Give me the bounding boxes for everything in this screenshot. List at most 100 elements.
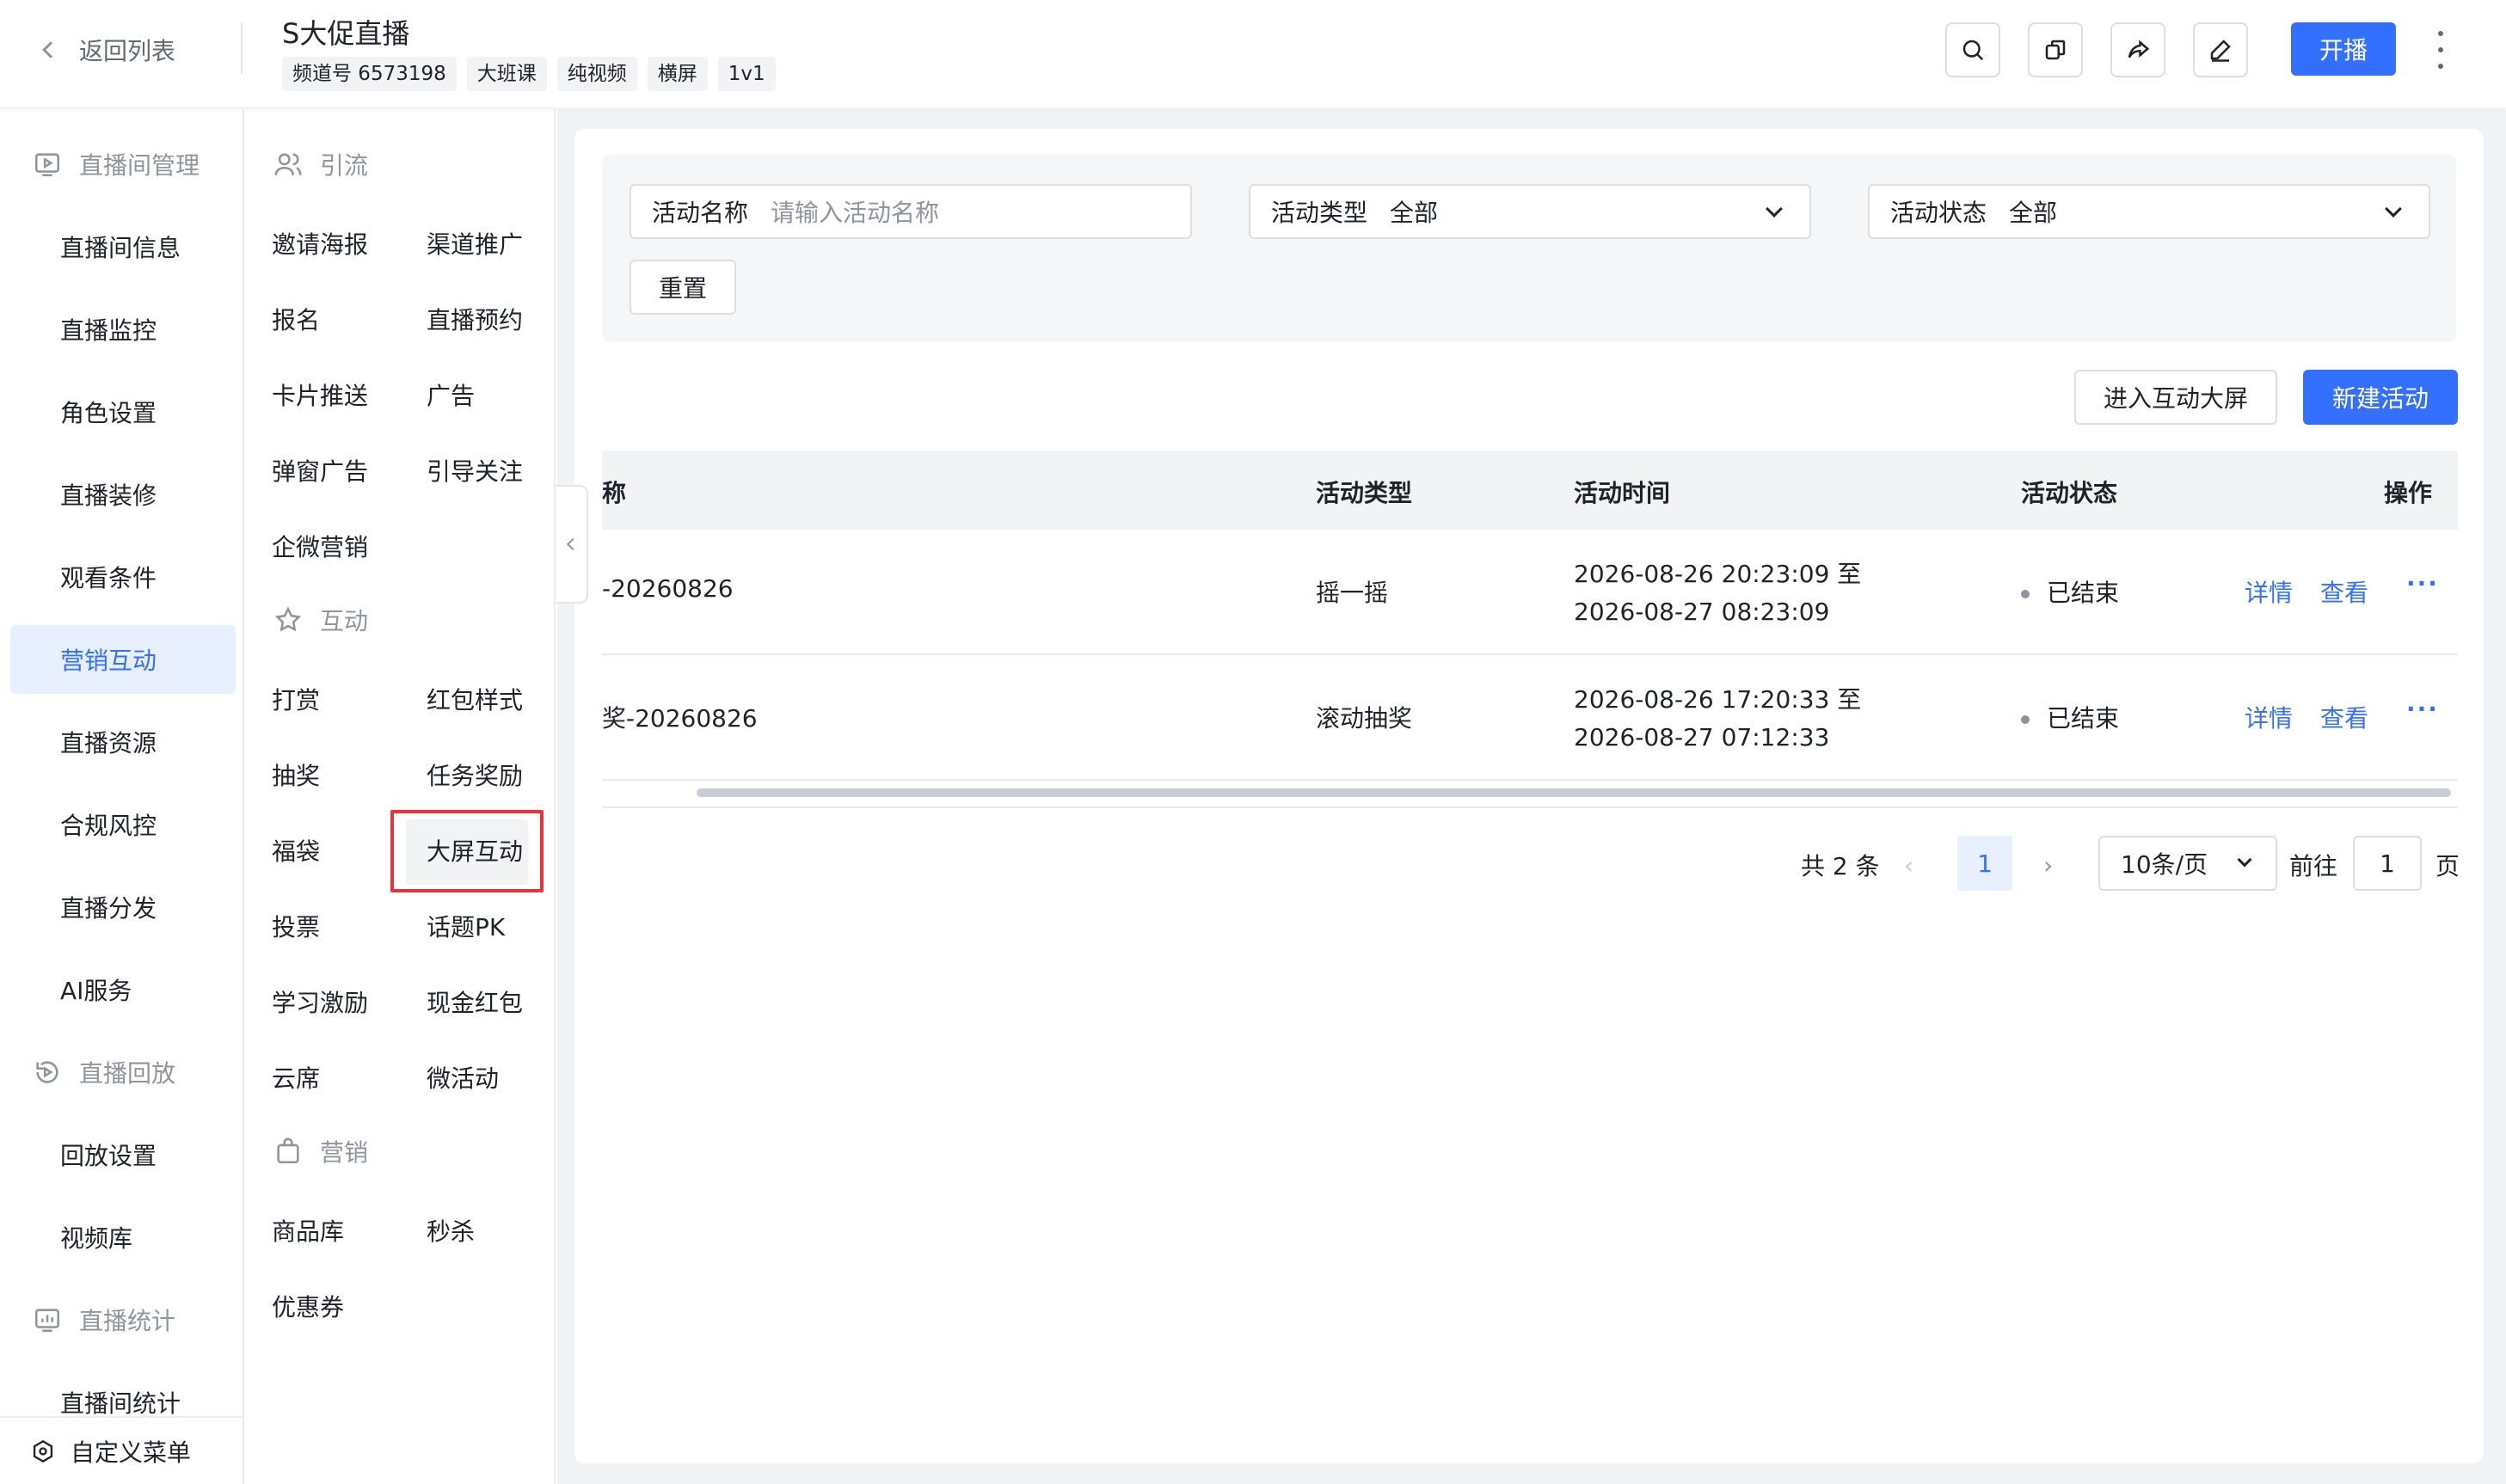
settings-icon: [33, 1439, 53, 1463]
replay-icon: [36, 1061, 58, 1083]
search-button[interactable]: [1945, 22, 2000, 77]
goto-page-input[interactable]: 1: [2353, 836, 2422, 891]
table-header: 称 活动类型 活动时间 活动状态 操作: [602, 451, 2458, 530]
sidebar-item-monitor[interactable]: 直播监控: [60, 312, 157, 346]
edit-button[interactable]: [2193, 22, 2248, 77]
function-menu: 引流 邀请海报 渠道推广 报名 直播预约 卡片推送 广告 弹窗广告 引导关注 企…: [246, 109, 556, 1484]
menu-item-redpacket-style[interactable]: 红包样式: [427, 682, 523, 716]
menu-group-label: 营销: [320, 1138, 369, 1167]
pagination-total: 共 2 条: [1801, 852, 1880, 880]
reset-button[interactable]: 重置: [630, 260, 736, 315]
detail-link[interactable]: 详情: [2245, 700, 2293, 734]
menu-item-task-reward[interactable]: 任务奖励: [427, 757, 523, 792]
orientation-tag: 横屏: [647, 57, 708, 91]
bag-icon: [277, 1138, 299, 1164]
custom-menu-label: 自定义菜单: [71, 1438, 192, 1467]
detail-link[interactable]: 详情: [2245, 574, 2293, 609]
sidebar-item-decoration[interactable]: 直播装修: [60, 477, 157, 512]
column-header-status: 活动状态: [2021, 479, 2118, 507]
sidebar-group-statistics[interactable]: 直播统计: [33, 1303, 175, 1337]
share-button[interactable]: [2110, 22, 2165, 77]
menu-item-ads[interactable]: 广告: [427, 377, 475, 412]
menu-item-reservation[interactable]: 直播预约: [427, 302, 523, 336]
activity-type-cell: 滚动抽奖: [1316, 704, 1413, 733]
sidebar-item-room-info[interactable]: 直播间信息: [60, 230, 181, 264]
page-size-value: 10条/页: [2121, 850, 2208, 879]
sidebar-item-room-stats[interactable]: 直播间统计: [60, 1385, 181, 1420]
activity-name-field[interactable]: 活动名称 请输入活动名称: [630, 184, 1192, 239]
chevron-down-icon: [2385, 200, 2402, 218]
sidebar-item-marketing[interactable]: 营销互动: [60, 642, 157, 677]
enter-big-screen-button[interactable]: 进入互动大屏: [2074, 370, 2277, 425]
activity-time-cell: 2026-08-26 17:20:33 至 2026-08-27 07:12:3…: [1574, 681, 1861, 757]
menu-item-vote[interactable]: 投票: [272, 909, 320, 943]
view-link[interactable]: 查看: [2320, 700, 2368, 734]
more-actions-icon[interactable]: ···: [2406, 695, 2439, 723]
prev-page-button[interactable]: ‹: [1904, 836, 1913, 894]
menu-item-card-push[interactable]: 卡片推送: [272, 377, 368, 412]
menu-item-signup[interactable]: 报名: [272, 302, 320, 336]
chart-icon: [34, 1309, 60, 1333]
menu-item-channel-promotion[interactable]: 渠道推广: [427, 226, 523, 261]
page-size-select[interactable]: 10条/页: [2098, 836, 2277, 891]
copy-button[interactable]: [2028, 22, 2083, 77]
search-icon: [1962, 40, 1984, 61]
menu-item-lucky-bag[interactable]: 福袋: [272, 833, 320, 868]
activity-type-select[interactable]: 活动类型 全部: [1249, 184, 1811, 239]
menu-item-reward[interactable]: 打赏: [272, 682, 320, 716]
back-to-list-button[interactable]: 返回列表: [42, 33, 175, 67]
time-start: 2026-08-26 17:20:33 至: [1574, 685, 1862, 714]
status-dot: [2021, 590, 2030, 598]
sidebar-item-compliance[interactable]: 合规风控: [60, 807, 157, 842]
sidebar-item-roles[interactable]: 角色设置: [60, 395, 157, 429]
menu-item-big-screen-interaction[interactable]: 大屏互动: [427, 833, 523, 868]
menu-item-flash-sale[interactable]: 秒杀: [427, 1213, 475, 1248]
view-link[interactable]: 查看: [2320, 574, 2368, 609]
sidebar-item-distribution[interactable]: 直播分发: [60, 890, 157, 924]
activity-status-cell: 已结束: [2021, 574, 2119, 609]
mode-tag: 1v1: [717, 57, 776, 91]
activity-status-label: 活动状态: [1890, 199, 1987, 227]
menu-item-cash-redpacket[interactable]: 现金红包: [427, 984, 523, 1019]
page-number-button[interactable]: 1: [1957, 836, 2012, 891]
sidebar-item-ai[interactable]: AI服务: [60, 972, 132, 1007]
menu-item-invite-poster[interactable]: 邀请海报: [272, 226, 368, 261]
menu-item-topic-pk[interactable]: 话题PK: [427, 909, 505, 943]
menu-item-learning-incentive[interactable]: 学习激励: [272, 984, 368, 1019]
horizontal-scrollbar[interactable]: [697, 788, 2451, 797]
pencil-icon: [2210, 40, 2231, 62]
activity-status-value: 全部: [2009, 199, 2058, 227]
menu-item-micro-activity[interactable]: 微活动: [427, 1060, 499, 1095]
goto-label: 前往: [2289, 852, 2338, 880]
chevron-down-icon: [1766, 200, 1783, 218]
filter-panel: 活动名称 请输入活动名称 活动类型 全部 活动状态 全部 重置: [602, 155, 2456, 342]
menu-item-popup-ads[interactable]: 弹窗广告: [272, 453, 368, 488]
sidebar-item-watch-conditions[interactable]: 观看条件: [60, 560, 157, 594]
sidebar-item-replay-settings[interactable]: 回放设置: [60, 1138, 157, 1172]
more-vertical-icon[interactable]: [2432, 31, 2449, 69]
menu-item-wecom-marketing[interactable]: 企微营销: [272, 529, 368, 563]
sidebar-item-video-library[interactable]: 视频库: [60, 1220, 132, 1254]
activity-status-cell: 已结束: [2021, 700, 2119, 734]
more-actions-icon[interactable]: ···: [2406, 569, 2439, 598]
menu-item-follow-guide[interactable]: 引导关注: [427, 453, 523, 488]
activity-name-input[interactable]: 请输入活动名称: [771, 194, 939, 229]
sidebar-group-replay[interactable]: 直播回放: [33, 1055, 175, 1089]
next-page-button[interactable]: ›: [2043, 836, 2053, 894]
menu-item-coupon[interactable]: 优惠券: [272, 1289, 344, 1323]
status-text: 已结束: [2047, 579, 2120, 607]
sidebar-item-resources[interactable]: 直播资源: [60, 725, 157, 759]
new-activity-button[interactable]: 新建活动: [2303, 370, 2458, 425]
menu-item-cloud-seat[interactable]: 云席: [272, 1060, 320, 1095]
table-row: -20260826 摇一摇 2026-08-26 20:23:09 至 2026…: [602, 530, 2458, 655]
content-card: 活动名称 请输入活动名称 活动类型 全部 活动状态 全部 重置 进入互动大屏 新…: [574, 129, 2484, 1463]
header-tool-buttons: [1945, 22, 2248, 77]
menu-item-product-library[interactable]: 商品库: [272, 1213, 344, 1248]
sidebar-group-live-room[interactable]: 直播间管理: [33, 147, 200, 181]
start-live-button[interactable]: 开播: [2291, 22, 2396, 76]
activity-status-select[interactable]: 活动状态 全部: [1868, 184, 2430, 239]
activity-table: 称 活动类型 活动时间 活动状态 操作 -20260826 摇一摇 2026-0…: [602, 451, 2458, 781]
collapse-menu-button[interactable]: [556, 485, 588, 604]
menu-item-lottery[interactable]: 抽奖: [272, 757, 320, 792]
custom-menu-button[interactable]: 自定义菜单: [0, 1416, 243, 1484]
